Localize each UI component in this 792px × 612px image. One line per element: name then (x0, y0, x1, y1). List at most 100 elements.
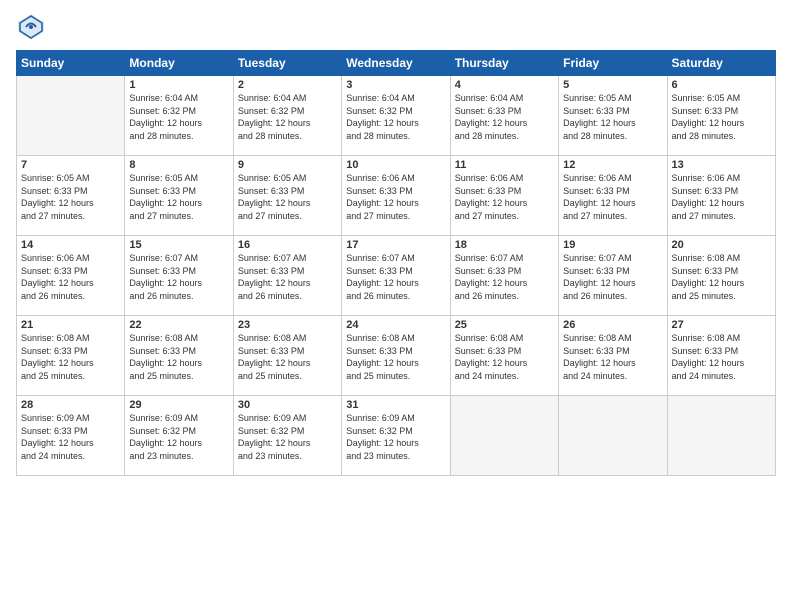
day-number: 27 (672, 319, 771, 331)
calendar-cell: 15Sunrise: 6:07 AMSunset: 6:33 PMDayligh… (125, 236, 233, 316)
calendar-cell: 5Sunrise: 6:05 AMSunset: 6:33 PMDaylight… (559, 76, 667, 156)
calendar-cell: 17Sunrise: 6:07 AMSunset: 6:33 PMDayligh… (342, 236, 450, 316)
day-info: Sunrise: 6:06 AMSunset: 6:33 PMDaylight:… (563, 172, 662, 222)
calendar-cell: 21Sunrise: 6:08 AMSunset: 6:33 PMDayligh… (17, 316, 125, 396)
calendar-cell: 6Sunrise: 6:05 AMSunset: 6:33 PMDaylight… (667, 76, 775, 156)
day-info: Sunrise: 6:08 AMSunset: 6:33 PMDaylight:… (672, 252, 771, 302)
day-info: Sunrise: 6:09 AMSunset: 6:32 PMDaylight:… (238, 412, 337, 462)
calendar-header-tuesday: Tuesday (233, 51, 341, 76)
day-number: 19 (563, 239, 662, 251)
day-number: 31 (346, 399, 445, 411)
calendar-cell: 7Sunrise: 6:05 AMSunset: 6:33 PMDaylight… (17, 156, 125, 236)
day-number: 2 (238, 79, 337, 91)
day-info: Sunrise: 6:04 AMSunset: 6:32 PMDaylight:… (238, 92, 337, 142)
calendar-header-row: SundayMondayTuesdayWednesdayThursdayFrid… (17, 51, 776, 76)
day-number: 12 (563, 159, 662, 171)
day-number: 22 (129, 319, 228, 331)
calendar-cell: 18Sunrise: 6:07 AMSunset: 6:33 PMDayligh… (450, 236, 558, 316)
day-number: 6 (672, 79, 771, 91)
calendar-cell: 11Sunrise: 6:06 AMSunset: 6:33 PMDayligh… (450, 156, 558, 236)
calendar-week-row: 28Sunrise: 6:09 AMSunset: 6:33 PMDayligh… (17, 396, 776, 476)
day-info: Sunrise: 6:07 AMSunset: 6:33 PMDaylight:… (346, 252, 445, 302)
day-info: Sunrise: 6:07 AMSunset: 6:33 PMDaylight:… (238, 252, 337, 302)
day-number: 11 (455, 159, 554, 171)
page-header (16, 12, 776, 42)
calendar-cell: 12Sunrise: 6:06 AMSunset: 6:33 PMDayligh… (559, 156, 667, 236)
day-number: 23 (238, 319, 337, 331)
day-info: Sunrise: 6:08 AMSunset: 6:33 PMDaylight:… (129, 332, 228, 382)
day-info: Sunrise: 6:06 AMSunset: 6:33 PMDaylight:… (455, 172, 554, 222)
day-info: Sunrise: 6:04 AMSunset: 6:32 PMDaylight:… (129, 92, 228, 142)
day-number: 13 (672, 159, 771, 171)
day-number: 15 (129, 239, 228, 251)
day-number: 26 (563, 319, 662, 331)
calendar-header-thursday: Thursday (450, 51, 558, 76)
calendar-cell: 2Sunrise: 6:04 AMSunset: 6:32 PMDaylight… (233, 76, 341, 156)
day-info: Sunrise: 6:05 AMSunset: 6:33 PMDaylight:… (672, 92, 771, 142)
calendar-cell: 31Sunrise: 6:09 AMSunset: 6:32 PMDayligh… (342, 396, 450, 476)
logo-icon (16, 12, 46, 42)
day-info: Sunrise: 6:08 AMSunset: 6:33 PMDaylight:… (21, 332, 120, 382)
calendar-header-friday: Friday (559, 51, 667, 76)
day-number: 17 (346, 239, 445, 251)
day-info: Sunrise: 6:08 AMSunset: 6:33 PMDaylight:… (563, 332, 662, 382)
day-info: Sunrise: 6:05 AMSunset: 6:33 PMDaylight:… (238, 172, 337, 222)
day-info: Sunrise: 6:07 AMSunset: 6:33 PMDaylight:… (455, 252, 554, 302)
day-info: Sunrise: 6:09 AMSunset: 6:33 PMDaylight:… (21, 412, 120, 462)
calendar-cell: 13Sunrise: 6:06 AMSunset: 6:33 PMDayligh… (667, 156, 775, 236)
calendar-week-row: 1Sunrise: 6:04 AMSunset: 6:32 PMDaylight… (17, 76, 776, 156)
day-number: 24 (346, 319, 445, 331)
day-info: Sunrise: 6:09 AMSunset: 6:32 PMDaylight:… (129, 412, 228, 462)
calendar-cell: 10Sunrise: 6:06 AMSunset: 6:33 PMDayligh… (342, 156, 450, 236)
day-number: 9 (238, 159, 337, 171)
calendar-cell: 26Sunrise: 6:08 AMSunset: 6:33 PMDayligh… (559, 316, 667, 396)
calendar-cell (17, 76, 125, 156)
day-number: 7 (21, 159, 120, 171)
day-number: 30 (238, 399, 337, 411)
day-number: 25 (455, 319, 554, 331)
day-info: Sunrise: 6:05 AMSunset: 6:33 PMDaylight:… (563, 92, 662, 142)
calendar-cell: 25Sunrise: 6:08 AMSunset: 6:33 PMDayligh… (450, 316, 558, 396)
calendar-cell: 24Sunrise: 6:08 AMSunset: 6:33 PMDayligh… (342, 316, 450, 396)
calendar-cell: 23Sunrise: 6:08 AMSunset: 6:33 PMDayligh… (233, 316, 341, 396)
calendar-cell: 27Sunrise: 6:08 AMSunset: 6:33 PMDayligh… (667, 316, 775, 396)
calendar-cell: 14Sunrise: 6:06 AMSunset: 6:33 PMDayligh… (17, 236, 125, 316)
calendar-cell: 16Sunrise: 6:07 AMSunset: 6:33 PMDayligh… (233, 236, 341, 316)
day-info: Sunrise: 6:08 AMSunset: 6:33 PMDaylight:… (238, 332, 337, 382)
calendar-header-monday: Monday (125, 51, 233, 76)
day-number: 10 (346, 159, 445, 171)
calendar-cell: 8Sunrise: 6:05 AMSunset: 6:33 PMDaylight… (125, 156, 233, 236)
calendar-week-row: 21Sunrise: 6:08 AMSunset: 6:33 PMDayligh… (17, 316, 776, 396)
day-info: Sunrise: 6:06 AMSunset: 6:33 PMDaylight:… (672, 172, 771, 222)
calendar-cell (667, 396, 775, 476)
calendar-header-saturday: Saturday (667, 51, 775, 76)
day-info: Sunrise: 6:09 AMSunset: 6:32 PMDaylight:… (346, 412, 445, 462)
calendar-table: SundayMondayTuesdayWednesdayThursdayFrid… (16, 50, 776, 476)
calendar-cell (450, 396, 558, 476)
day-number: 16 (238, 239, 337, 251)
day-number: 20 (672, 239, 771, 251)
calendar-cell: 22Sunrise: 6:08 AMSunset: 6:33 PMDayligh… (125, 316, 233, 396)
calendar-cell: 28Sunrise: 6:09 AMSunset: 6:33 PMDayligh… (17, 396, 125, 476)
day-info: Sunrise: 6:05 AMSunset: 6:33 PMDaylight:… (129, 172, 228, 222)
calendar-cell (559, 396, 667, 476)
day-info: Sunrise: 6:06 AMSunset: 6:33 PMDaylight:… (346, 172, 445, 222)
day-number: 29 (129, 399, 228, 411)
day-number: 14 (21, 239, 120, 251)
day-info: Sunrise: 6:08 AMSunset: 6:33 PMDaylight:… (346, 332, 445, 382)
calendar-cell: 4Sunrise: 6:04 AMSunset: 6:33 PMDaylight… (450, 76, 558, 156)
calendar-header-sunday: Sunday (17, 51, 125, 76)
day-number: 4 (455, 79, 554, 91)
day-number: 8 (129, 159, 228, 171)
day-number: 1 (129, 79, 228, 91)
day-number: 18 (455, 239, 554, 251)
calendar-cell: 19Sunrise: 6:07 AMSunset: 6:33 PMDayligh… (559, 236, 667, 316)
calendar-cell: 20Sunrise: 6:08 AMSunset: 6:33 PMDayligh… (667, 236, 775, 316)
day-info: Sunrise: 6:06 AMSunset: 6:33 PMDaylight:… (21, 252, 120, 302)
calendar-cell: 29Sunrise: 6:09 AMSunset: 6:32 PMDayligh… (125, 396, 233, 476)
logo (16, 12, 50, 42)
day-number: 28 (21, 399, 120, 411)
day-info: Sunrise: 6:05 AMSunset: 6:33 PMDaylight:… (21, 172, 120, 222)
day-number: 5 (563, 79, 662, 91)
day-info: Sunrise: 6:08 AMSunset: 6:33 PMDaylight:… (455, 332, 554, 382)
